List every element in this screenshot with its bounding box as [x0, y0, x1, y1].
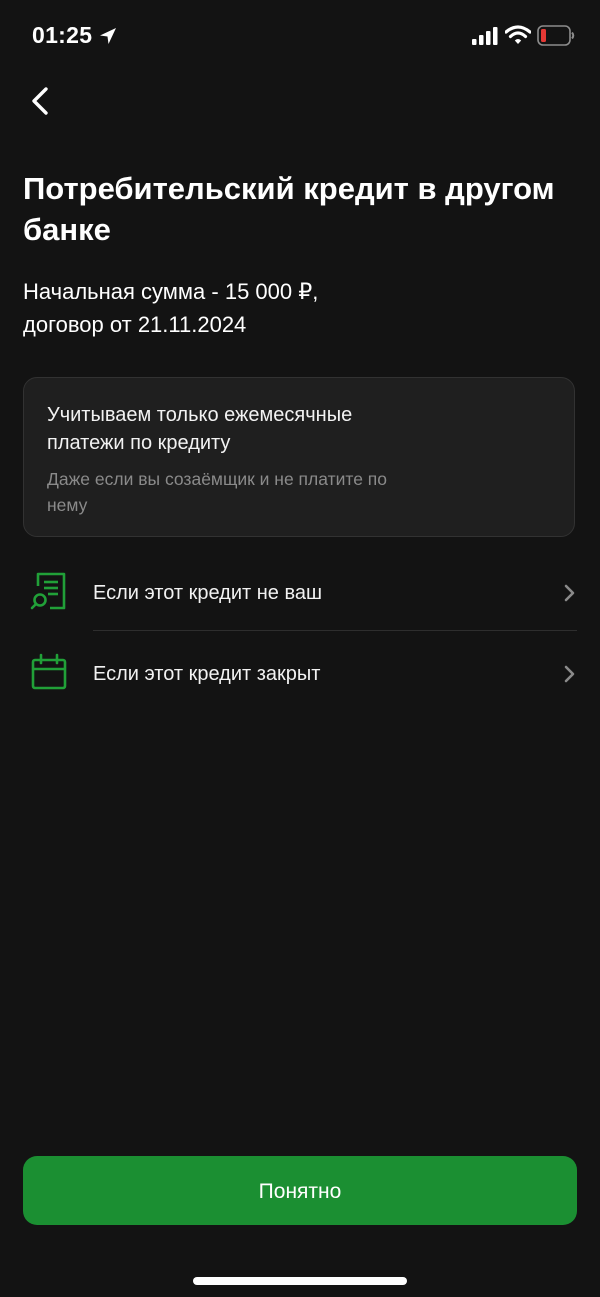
loan-details: Начальная сумма - 15 000 ₽, договор от 2…	[23, 275, 563, 341]
page-title: Потребительский кредит в другом банке	[23, 171, 555, 247]
info-card-text: Даже если вы созаёмщик и не платите по н…	[47, 469, 387, 515]
list-item-label: Если этот кредит закрыт	[93, 663, 321, 685]
status-time: 01:25	[32, 22, 93, 48]
list-item-not-my-loan[interactable]: Если этот кредит не ваш	[0, 552, 600, 632]
cellular-signal-icon	[472, 27, 498, 45]
document-search-icon	[30, 572, 66, 610]
list-item-loan-closed[interactable]: Если этот кредит закрыт	[0, 633, 600, 713]
status-bar: 01:25	[0, 0, 600, 72]
chevron-right-icon	[564, 584, 575, 602]
loan-amount: Начальная сумма - 15 000 ₽,	[23, 279, 319, 304]
loan-contract-date: договор от 21.11.2024	[23, 312, 247, 337]
chevron-right-icon	[564, 665, 575, 683]
home-indicator[interactable]	[193, 1277, 407, 1285]
list-divider	[93, 630, 577, 631]
location-arrow-icon	[100, 28, 116, 44]
list-item-label: Если этот кредит не ваш	[93, 582, 323, 604]
chevron-left-icon	[32, 87, 48, 115]
wifi-icon	[505, 25, 531, 44]
info-card: Учитываем только ежемесячные платежи по …	[23, 377, 575, 537]
back-button[interactable]	[22, 80, 62, 124]
understood-button[interactable]: Понятно	[23, 1156, 577, 1225]
battery-icon	[537, 25, 575, 46]
info-card-title: Учитываем только ежемесячные платежи по …	[47, 404, 353, 454]
calendar-icon	[31, 653, 67, 690]
